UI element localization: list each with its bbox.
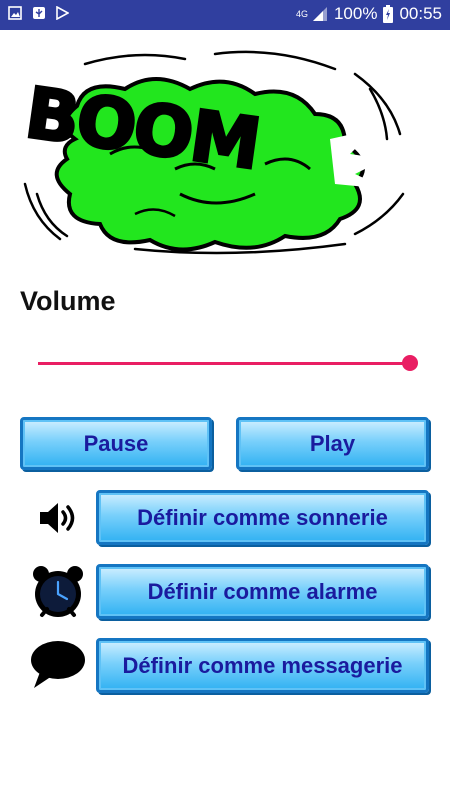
- volume-label: Volume: [20, 286, 116, 316]
- boom-banner: BOOM: [19, 50, 405, 255]
- set-message-tone-button[interactable]: Définir comme messagerie: [96, 638, 429, 693]
- gallery-icon: [8, 6, 22, 20]
- usb-icon: [33, 7, 45, 19]
- volume-slider-thumb[interactable]: [402, 355, 418, 371]
- battery-charging-icon: [383, 5, 394, 23]
- volume-slider-track[interactable]: [38, 362, 410, 365]
- notification-icons: [8, 6, 69, 20]
- alarm-clock-icon: [33, 566, 83, 617]
- status-bar: 4G 100% 00:55: [0, 0, 450, 30]
- play-button[interactable]: Play: [236, 417, 429, 470]
- speaker-icon: [40, 503, 75, 533]
- chat-bubble-icon: [31, 641, 85, 688]
- set-alarm-button[interactable]: Définir comme alarme: [96, 564, 429, 619]
- clock: 00:55: [399, 4, 442, 23]
- system-status: 4G 100% 00:55: [296, 4, 442, 24]
- volume-slider[interactable]: [38, 352, 418, 376]
- set-ringtone-button[interactable]: Définir comme sonnerie: [96, 490, 429, 545]
- play-store-icon: [56, 6, 69, 20]
- network-type: 4G: [295, 8, 308, 19]
- signal-icon: [312, 7, 327, 21]
- battery-percent: 100%: [333, 4, 378, 23]
- pause-button[interactable]: Pause: [20, 417, 212, 470]
